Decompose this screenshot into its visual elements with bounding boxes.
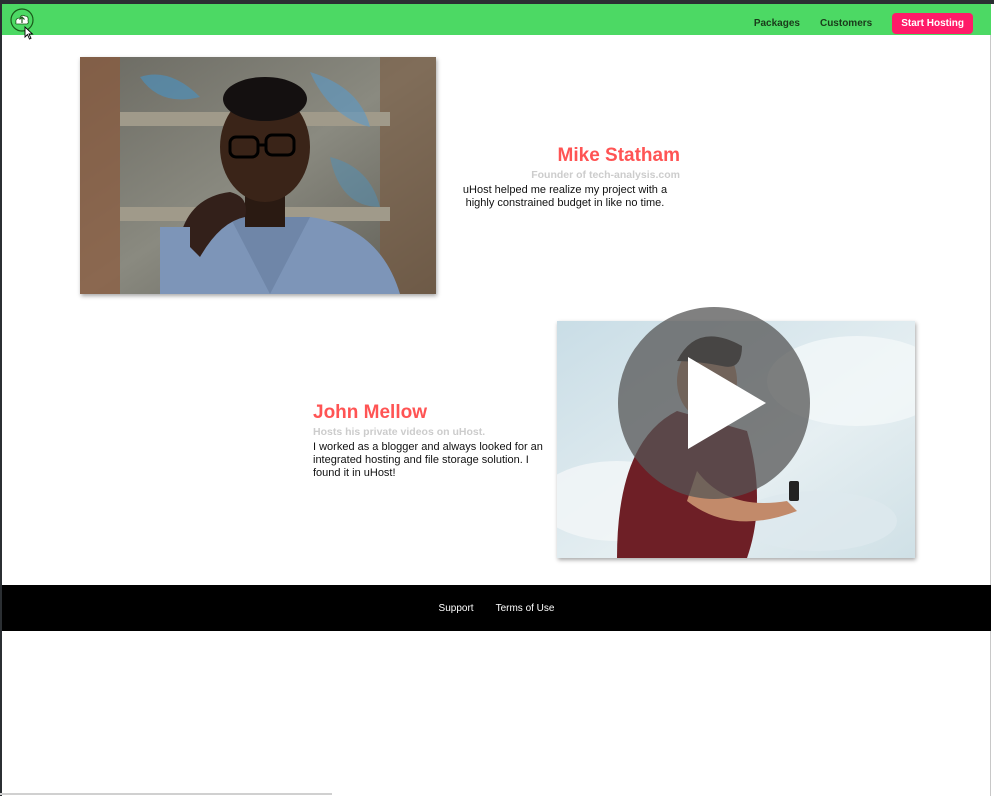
testimonial-mike: Mike Statham Founder of tech-analysis.co… (440, 145, 680, 210)
footer-terms-link[interactable]: Terms of Use (496, 603, 555, 614)
testimonial-subtitle: Hosts his private videos on uHost. (313, 426, 486, 438)
bottom-divider (0, 793, 332, 795)
testimonial-text: uHost helped me realize my project with … (462, 184, 668, 209)
testimonial-subtitle: Founder of tech-analysis.com (531, 169, 680, 181)
testimonial-john: John Mellow Hosts his private videos on … (313, 402, 553, 480)
testimonial-text: I worked as a blogger and always looked … (313, 441, 543, 479)
page: Packages Customers Start Hosting Mike St… (0, 0, 994, 796)
main-nav: Packages Customers Start Hosting (754, 8, 973, 39)
play-video-button[interactable] (618, 307, 810, 499)
footer-support-link[interactable]: Support (439, 603, 474, 614)
main-header: Packages Customers Start Hosting (2, 4, 991, 40)
pointer-cursor-icon (24, 26, 34, 40)
testimonial-name: John Mellow (313, 402, 427, 423)
play-icon (618, 307, 810, 499)
nav-packages-link[interactable]: Packages (754, 18, 800, 29)
main-footer: Support Terms of Use (2, 585, 991, 631)
window-left-edge (0, 4, 2, 796)
nav-customers-link[interactable]: Customers (820, 18, 872, 29)
testimonial-name: Mike Statham (557, 145, 680, 166)
customer-photo-mike (80, 57, 436, 294)
scrollbar-track (990, 35, 991, 796)
start-hosting-button[interactable]: Start Hosting (892, 13, 973, 34)
